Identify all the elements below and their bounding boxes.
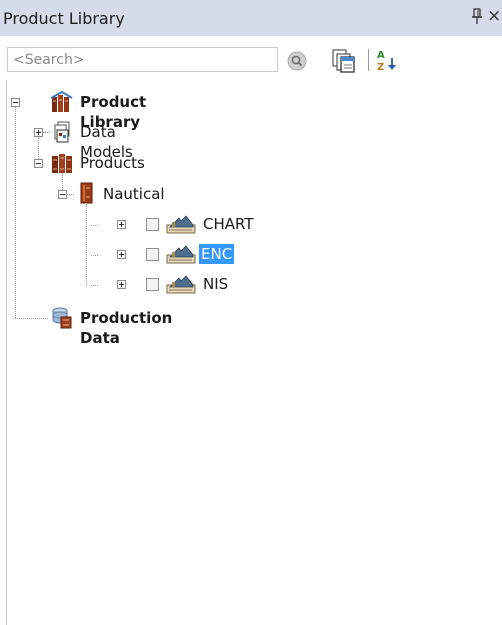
tree-node-label: CHART — [203, 215, 254, 233]
panel-titlebar: Product Library × — [0, 0, 502, 36]
product-class-icon — [166, 245, 196, 264]
tree-node-label: Products — [80, 154, 145, 172]
tree-connector — [67, 194, 74, 195]
production-data-icon — [52, 307, 72, 329]
svg-text:Z: Z — [377, 62, 384, 73]
search-icon[interactable] — [287, 51, 307, 71]
tree-node-label-selected: ENC — [199, 244, 235, 264]
tree-connector — [91, 225, 98, 226]
product-class-icon — [166, 215, 196, 234]
toolbar: A Z — [0, 36, 502, 80]
nis-checkbox[interactable] — [146, 278, 159, 291]
tree-node-label: NIS — [203, 275, 229, 293]
tree-connector — [91, 255, 98, 256]
close-icon[interactable]: × — [487, 7, 501, 25]
svg-text:A: A — [377, 50, 385, 61]
chart-checkbox[interactable] — [146, 218, 159, 231]
panel-left-border — [6, 80, 7, 625]
tree-connector — [91, 285, 98, 286]
sort-az-icon[interactable]: A Z — [375, 47, 401, 73]
copy-icon[interactable] — [331, 48, 357, 74]
tree-connector — [86, 199, 87, 285]
product-class-icon — [166, 275, 196, 294]
expand-icon[interactable] — [117, 250, 126, 259]
expand-icon[interactable] — [117, 220, 126, 229]
collapse-icon[interactable] — [11, 98, 20, 107]
pin-icon[interactable] — [470, 8, 484, 26]
panel-title: Product Library — [3, 9, 125, 28]
data-models-icon — [54, 121, 70, 143]
expand-icon[interactable] — [117, 280, 126, 289]
expand-icon[interactable] — [34, 128, 43, 137]
toolbar-separator — [368, 49, 369, 71]
book-icon — [80, 182, 93, 204]
tree-connector — [15, 107, 16, 318]
tree-node-label: Nautical — [103, 185, 165, 203]
collapse-icon[interactable] — [58, 190, 67, 199]
library-icon — [50, 91, 73, 112]
tree-connector — [15, 318, 48, 319]
products-icon — [52, 154, 72, 173]
search-input[interactable] — [7, 47, 278, 72]
enc-checkbox[interactable] — [146, 248, 159, 261]
collapse-icon[interactable] — [34, 159, 43, 168]
tree-node-label: Production Data — [80, 309, 173, 347]
tree-connector — [43, 132, 50, 133]
